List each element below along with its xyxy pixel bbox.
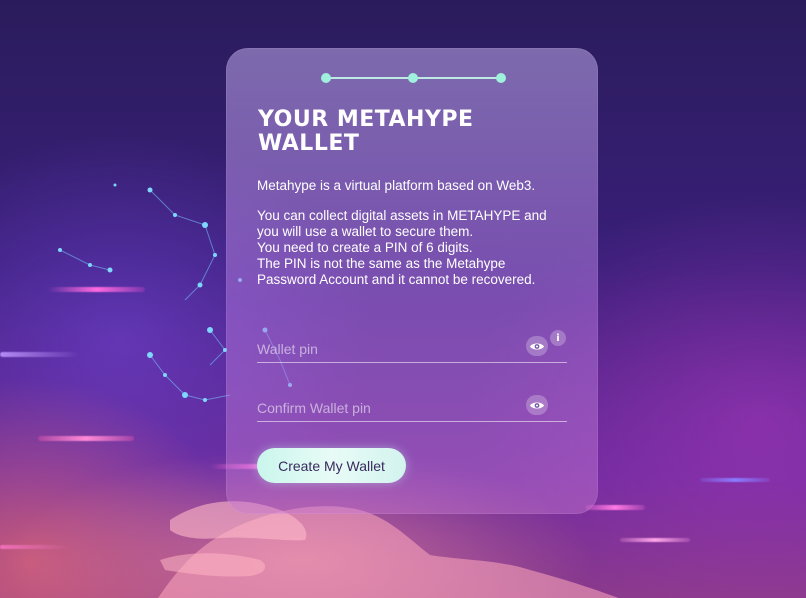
confirm-pin-input[interactable] [257, 398, 507, 418]
title-line-2: WALLET [258, 131, 360, 156]
light-streak [0, 545, 70, 549]
light-streak [48, 287, 145, 292]
step-dot-1 [321, 73, 331, 83]
light-streak [0, 352, 80, 357]
toggle-pin-visibility-button[interactable] [526, 336, 548, 356]
confirm-pin-field [257, 392, 567, 422]
light-streak [620, 538, 690, 542]
progress-stepper [321, 72, 506, 84]
toggle-confirm-pin-visibility-button[interactable] [526, 395, 548, 415]
create-wallet-button[interactable]: Create My Wallet [257, 448, 406, 483]
description-line: Password Account and it cannot be recove… [257, 272, 536, 287]
info-icon: i [556, 332, 560, 344]
eye-icon [530, 343, 544, 349]
wallet-card: YOUR METAHYPE WALLET Metahype is a virtu… [226, 48, 598, 514]
card-title: YOUR METAHYPE WALLET [258, 108, 578, 156]
description-line: The PIN is not the same as the Metahype [257, 256, 506, 271]
wallet-pin-field: i [257, 330, 567, 363]
title-line-1: YOUR METAHYPE [258, 107, 474, 132]
step-dot-2 [408, 73, 418, 83]
description-line: You need to create a PIN of 6 digits. [257, 240, 473, 255]
wallet-pin-input[interactable] [257, 339, 507, 359]
intro-text: Metahype is a virtual platform based on … [257, 178, 536, 193]
info-button[interactable]: i [550, 330, 566, 346]
light-streak [38, 436, 134, 441]
step-dot-3 [496, 73, 506, 83]
eye-icon [530, 402, 544, 408]
description-line: You can collect digital assets in METAHY… [257, 208, 547, 223]
light-streak [585, 505, 645, 510]
light-streak [700, 478, 770, 482]
description-line: you will use a wallet to secure them. [257, 224, 474, 239]
description-text: You can collect digital assets in METAHY… [257, 208, 587, 288]
